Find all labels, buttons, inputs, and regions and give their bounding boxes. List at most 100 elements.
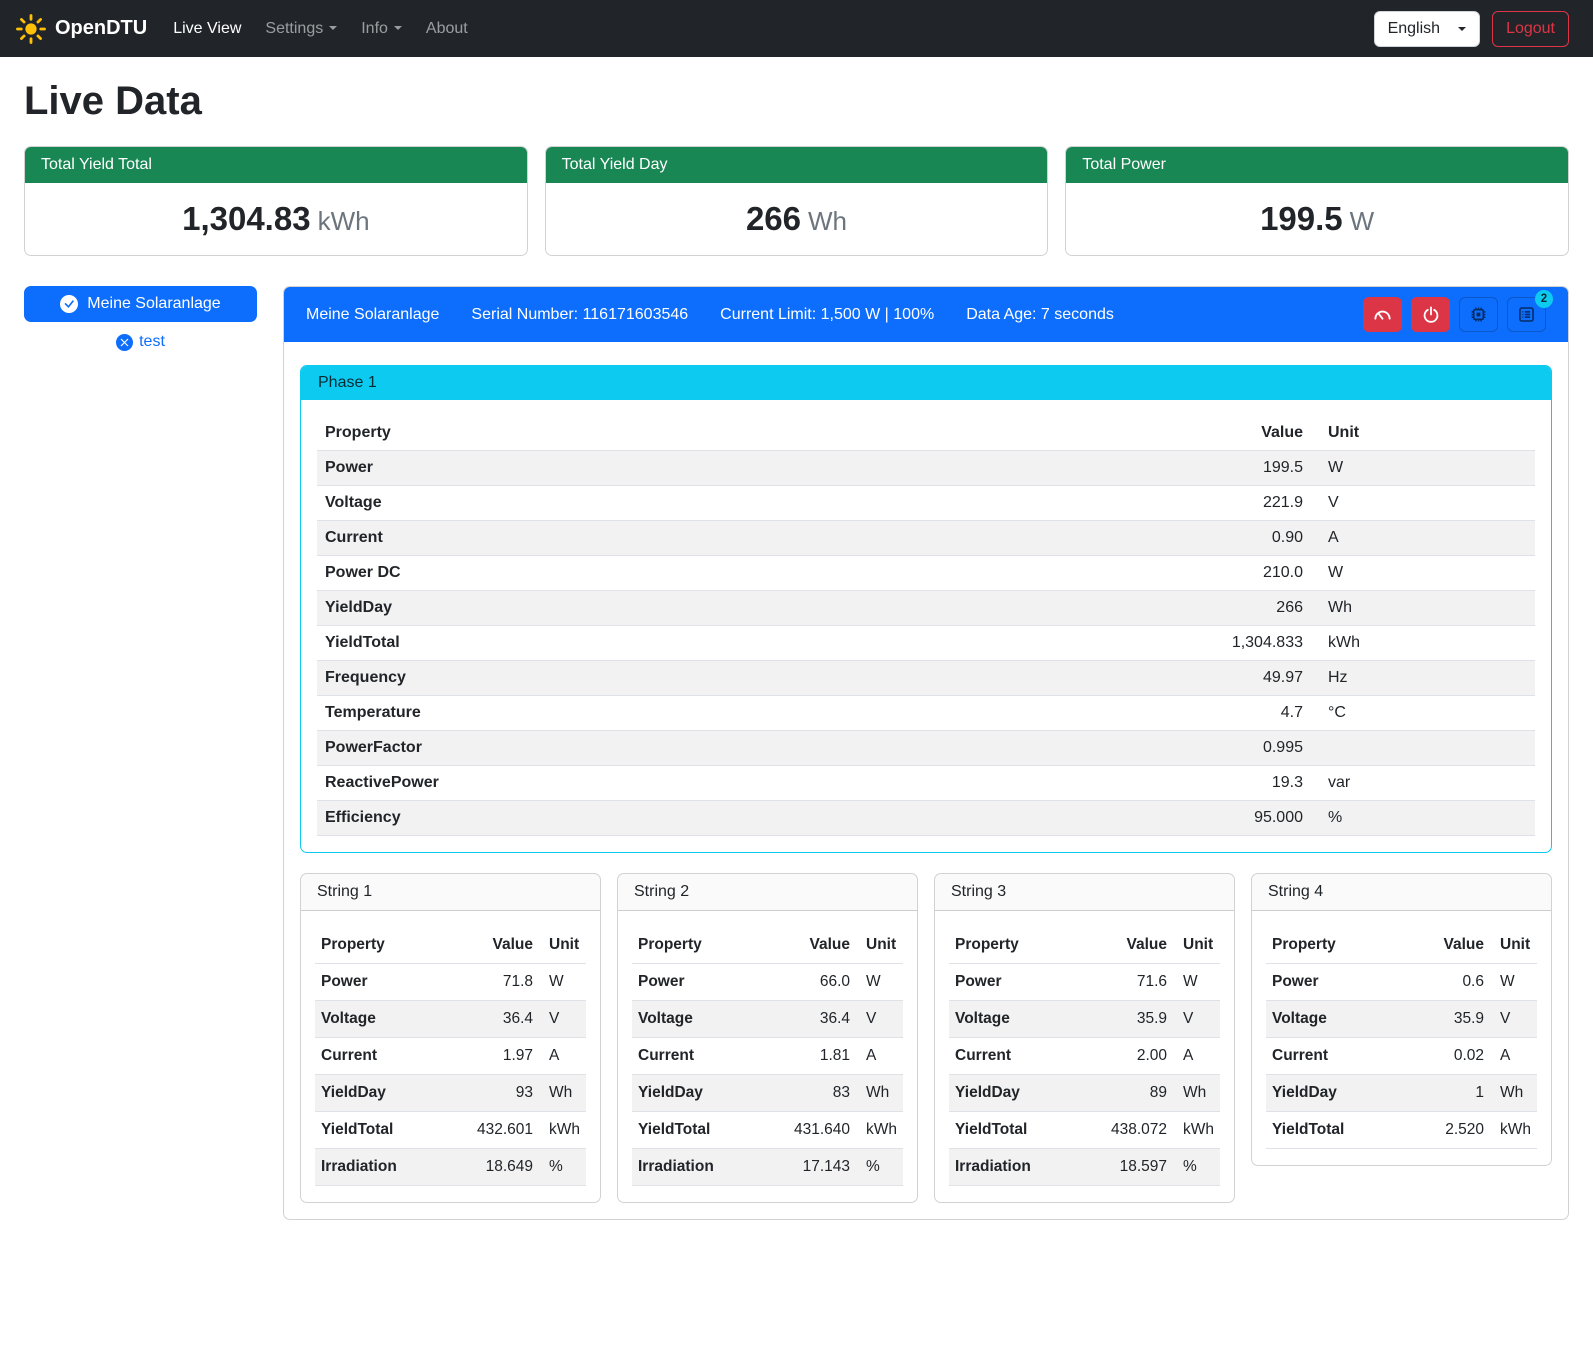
sun-icon [16, 14, 46, 44]
string-card-1: String 1 Property Value Unit [300, 873, 601, 1203]
property-cell: Irradiation [949, 1149, 1075, 1186]
value-cell: 83 [758, 1075, 856, 1112]
table-row: YieldTotal2.520kWh [1266, 1112, 1537, 1149]
string-table-body-3: Power0.6WVoltage35.9VCurrent0.02AYieldDa… [1266, 964, 1537, 1149]
table-row: Current1.81A [632, 1038, 903, 1075]
unit-cell: % [1311, 801, 1535, 836]
property-cell: Frequency [317, 661, 1181, 696]
table-row: Voltage35.9V [949, 1001, 1220, 1038]
string-card-title: String 1 [301, 874, 600, 911]
value-cell: 17.143 [758, 1149, 856, 1186]
column-header-value: Value [1404, 927, 1490, 964]
property-cell: YieldTotal [949, 1112, 1075, 1149]
brand[interactable]: OpenDTU [16, 14, 147, 44]
unit-cell: Wh [1311, 591, 1535, 626]
unit-cell: V [1490, 1001, 1537, 1038]
value-cell: 1 [1404, 1075, 1490, 1112]
inverter-item-test[interactable]: test [24, 333, 257, 351]
table-header-row: Property Value Unit [315, 927, 586, 964]
property-cell: Voltage [632, 1001, 758, 1038]
power-button[interactable] [1411, 297, 1450, 332]
table-row: ReactivePower19.3var [317, 766, 1535, 801]
inverter-info-button[interactable] [1459, 297, 1498, 332]
nav-item-settings[interactable]: Settings [256, 12, 346, 46]
value-cell: 1,304.833 [1181, 626, 1311, 661]
inverter-item-label: test [139, 333, 165, 351]
unit-cell: kWh [1173, 1112, 1220, 1149]
table-row: Voltage221.9V [317, 486, 1535, 521]
column-header-unit: Unit [856, 927, 903, 964]
table-row: YieldTotal431.640kWh [632, 1112, 903, 1149]
property-cell: YieldTotal [632, 1112, 758, 1149]
unit-cell: W [1173, 964, 1220, 1001]
value-cell: 431.640 [758, 1112, 856, 1149]
property-cell: PowerFactor [317, 731, 1181, 766]
unit-cell: var [1311, 766, 1535, 801]
property-cell: Temperature [317, 696, 1181, 731]
table-row: Irradiation17.143% [632, 1149, 903, 1186]
property-cell: Power [949, 964, 1075, 1001]
value-cell: 66.0 [758, 964, 856, 1001]
inverter-actions: 2 [1363, 297, 1546, 332]
string-card-4: String 4 Property Value Unit [1251, 873, 1552, 1166]
property-cell: YieldDay [1266, 1075, 1404, 1112]
summary-card-unit: Wh [808, 206, 847, 236]
gauge-icon [1373, 305, 1392, 324]
summary-card-unit: W [1350, 206, 1375, 236]
summary-card-total-yield-total: Total Yield Total 1,304.83kWh [24, 146, 528, 256]
power-icon [1422, 306, 1440, 324]
value-cell: 36.4 [758, 1001, 856, 1038]
table-row: Power199.5W [317, 451, 1535, 486]
inverter-panel-header: Meine Solaranlage Serial Number: 1161716… [284, 287, 1568, 342]
event-log-button[interactable]: 2 [1507, 297, 1546, 332]
brand-label: OpenDTU [55, 17, 147, 40]
phase-card: Phase 1 Property Value Unit Power199.5WV… [300, 365, 1552, 853]
property-cell: Current [632, 1038, 758, 1075]
value-cell: 1.97 [441, 1038, 539, 1075]
unit-cell: A [856, 1038, 903, 1075]
value-cell: 0.02 [1404, 1038, 1490, 1075]
language-select-value: English [1388, 20, 1440, 38]
language-select[interactable]: English [1374, 11, 1480, 47]
limit-settings-button[interactable] [1363, 297, 1402, 332]
table-row: YieldTotal432.601kWh [315, 1112, 586, 1149]
value-cell: 89 [1075, 1075, 1173, 1112]
cpu-icon [1469, 305, 1488, 324]
table-row: Voltage36.4V [632, 1001, 903, 1038]
summary-card-title: Total Power [1066, 147, 1568, 183]
table-row: Frequency49.97Hz [317, 661, 1535, 696]
column-header-value: Value [1181, 416, 1311, 451]
strings-grid: String 1 Property Value Unit [300, 873, 1552, 1203]
value-cell: 210.0 [1181, 556, 1311, 591]
table-row: Efficiency95.000% [317, 801, 1535, 836]
value-cell: 1.81 [758, 1038, 856, 1075]
value-cell: 19.3 [1181, 766, 1311, 801]
property-cell: Voltage [317, 486, 1181, 521]
event-count-badge: 2 [1535, 290, 1553, 308]
inverter-name: Meine Solaranlage [306, 306, 439, 324]
value-cell: 18.597 [1075, 1149, 1173, 1186]
nav-item-about[interactable]: About [417, 12, 477, 46]
value-cell: 438.072 [1075, 1112, 1173, 1149]
string-table: Property Value Unit Power66.0WVoltage36.… [632, 927, 903, 1186]
inverter-limit: Current Limit: 1,500 W | 100% [720, 306, 934, 324]
chevron-down-icon [329, 26, 337, 30]
unit-cell: kWh [856, 1112, 903, 1149]
nav-item-info[interactable]: Info [352, 12, 411, 46]
unit-cell: Wh [1173, 1075, 1220, 1112]
live-data-page: Live Data Total Yield Total 1,304.83kWh … [0, 57, 1593, 1248]
nav-item-live-view[interactable]: Live View [164, 12, 250, 46]
inverter-select-button[interactable]: Meine Solaranlage [24, 286, 257, 322]
inverter-data-age: Data Age: 7 seconds [966, 306, 1114, 324]
unit-cell: °C [1311, 696, 1535, 731]
unit-cell [1311, 731, 1535, 766]
summary-card-total-power: Total Power 199.5W [1065, 146, 1569, 256]
summary-card-value: 199.5 [1260, 200, 1343, 237]
value-cell: 2.00 [1075, 1038, 1173, 1075]
unit-cell: V [539, 1001, 586, 1038]
x-circle-icon [116, 334, 133, 351]
unit-cell: W [539, 964, 586, 1001]
unit-cell: V [1173, 1001, 1220, 1038]
logout-button[interactable]: Logout [1492, 11, 1569, 47]
page-title: Live Data [24, 79, 1569, 124]
